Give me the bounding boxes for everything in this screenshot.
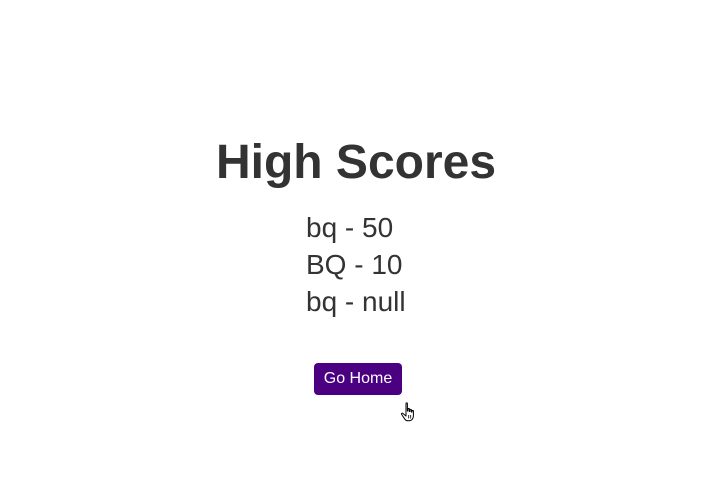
page-title: High Scores <box>215 136 497 189</box>
score-item: bq - null <box>306 286 406 317</box>
high-scores-page: High Scores bq - 50 BQ - 10 bq - null Go… <box>0 0 712 487</box>
go-home-button[interactable]: Go Home <box>314 363 402 395</box>
score-item: BQ - 10 <box>306 249 403 280</box>
high-scores-list: bq - 50 BQ - 10 bq - null <box>306 209 406 320</box>
score-item: bq - 50 <box>306 212 394 243</box>
hand-pointer-icon <box>400 402 414 422</box>
